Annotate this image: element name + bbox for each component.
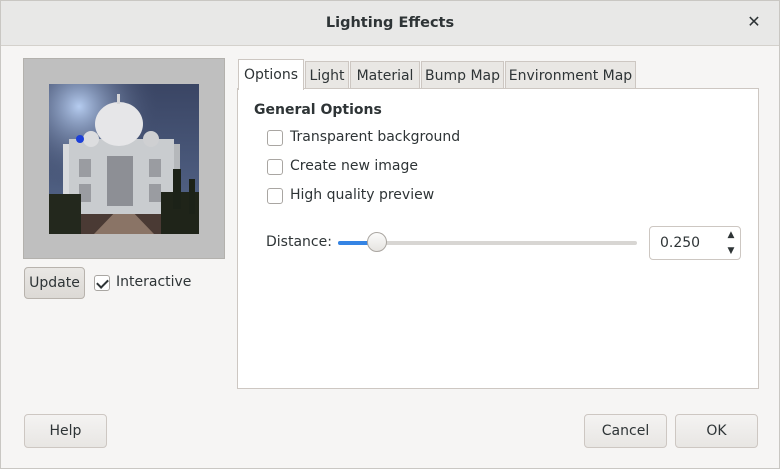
tab-bump-map[interactable]: Bump Map bbox=[421, 61, 504, 89]
close-icon[interactable]: ✕ bbox=[743, 11, 765, 33]
distance-spinbutton[interactable]: 0.250 ▲ ▼ bbox=[649, 226, 741, 260]
general-options-heading: General Options bbox=[254, 102, 382, 118]
distance-value[interactable]: 0.250 bbox=[660, 227, 700, 259]
decrement-icon[interactable]: ▼ bbox=[722, 243, 740, 259]
tab-environment-map[interactable]: Environment Map bbox=[505, 61, 636, 89]
increment-icon[interactable]: ▲ bbox=[722, 227, 740, 243]
interactive-checkbox[interactable] bbox=[94, 275, 110, 291]
cancel-button[interactable]: Cancel bbox=[584, 414, 667, 448]
high-quality-preview-label[interactable]: High quality preview bbox=[290, 187, 434, 203]
light-position-marker[interactable] bbox=[76, 135, 84, 143]
create-new-image-checkbox[interactable] bbox=[267, 159, 283, 175]
tab-material[interactable]: Material bbox=[350, 61, 420, 89]
interactive-label[interactable]: Interactive bbox=[116, 274, 191, 290]
ok-button[interactable]: OK bbox=[675, 414, 758, 448]
preview-frame bbox=[23, 58, 225, 259]
tab-options[interactable]: Options bbox=[238, 59, 304, 90]
lighting-effects-dialog: Lighting Effects ✕ Update Interactive Op… bbox=[0, 0, 780, 469]
dialog-title: Lighting Effects bbox=[325, 15, 455, 31]
update-button[interactable]: Update bbox=[24, 267, 85, 299]
help-button[interactable]: Help bbox=[24, 414, 107, 448]
transparent-background-label[interactable]: Transparent background bbox=[290, 129, 460, 145]
create-new-image-label[interactable]: Create new image bbox=[290, 158, 418, 174]
distance-label: Distance: bbox=[266, 234, 332, 250]
transparent-background-checkbox[interactable] bbox=[267, 130, 283, 146]
preview-image[interactable] bbox=[49, 84, 199, 234]
taj-mahal-image bbox=[49, 84, 199, 234]
high-quality-preview-checkbox[interactable] bbox=[267, 188, 283, 204]
distance-slider-handle[interactable] bbox=[367, 232, 387, 252]
tab-light[interactable]: Light bbox=[305, 61, 349, 89]
titlebar: Lighting Effects ✕ bbox=[1, 1, 779, 46]
